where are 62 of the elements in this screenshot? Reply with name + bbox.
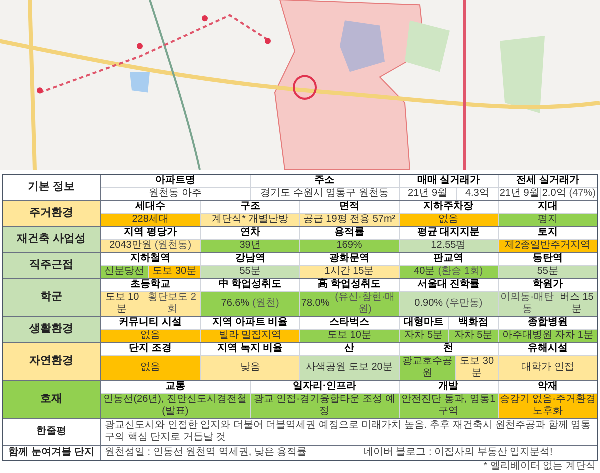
value-text: 자차 5분 (454, 330, 493, 342)
value-text: 안전진단 통과, 영통1구역 (400, 394, 497, 418)
value-text: 40분 (414, 266, 436, 278)
value-text: 빌라 밀집지역 (218, 330, 282, 342)
value-text: 없음 (140, 362, 161, 374)
value-note: (원천) (252, 298, 280, 310)
section-label: 자연환경 (3, 343, 101, 380)
value-text: 자차 5분 (404, 330, 444, 342)
value-text: 없음 (140, 330, 161, 342)
value-text: 없음 (438, 214, 459, 226)
value-text: 경기도 수원시 영통구 원천동 (260, 188, 389, 200)
value-text: 0.90% (414, 298, 444, 310)
section-label: 직주근접 (3, 253, 101, 278)
value-text: 2043만원 (110, 240, 152, 252)
value-text: 21년 9월 (408, 188, 448, 200)
value-text: 55분 (537, 266, 558, 278)
section-label: 재건축 사업성 (3, 227, 101, 252)
value-text: 대학가 인접 (522, 362, 574, 374)
value-text: 39년 (240, 240, 261, 252)
value-text: 공급 19평 전용 57m² (303, 214, 396, 226)
value-text: 도보 30분 (459, 356, 496, 380)
value-text: 승강기 없음·주거환경 노후화 (500, 394, 596, 418)
value-note: (우만동) (446, 298, 483, 310)
value-text: 228세대 (132, 214, 169, 226)
value-text: 평지 (538, 214, 558, 226)
value-text: 도보 10분 (104, 292, 140, 316)
value-text: 1시간 15분 (324, 266, 374, 278)
value-text: 12.55평 (431, 240, 466, 252)
note-text: 원천성일 : 인동선 원천역 역세권, 낮은 용적률 (105, 447, 308, 459)
value-text: 사색공원 도보 20분 (306, 362, 393, 374)
value-text: 아주대병원 자차 1분 (502, 330, 594, 342)
value-text: 제2종일반주거지역 (505, 240, 591, 252)
value-text: 낮음 (240, 362, 260, 374)
value-note: (유신·창현·매원) (334, 292, 396, 316)
section-label: 학군 (3, 279, 101, 316)
value-text: 78.0% (301, 298, 330, 310)
value-text: 도보 10분 (328, 330, 372, 342)
value-text: 인동선(26년), 진안신도시경전철(발표) (102, 394, 248, 418)
value-text: 169% (336, 240, 362, 252)
note-text: 네이버 블로그 : 이집사의 부동산 입지분석! (362, 447, 554, 459)
value-note: (환승 1회) (438, 266, 484, 278)
footnote: * 엘리베이터 없는 계단식 (484, 461, 596, 473)
value-text: 원천동 아주 (149, 188, 202, 200)
section-label: 호재 (3, 381, 101, 418)
value-note: 횡단보도 2회 (147, 292, 198, 316)
value-text: 55분 (240, 266, 261, 278)
value-text: 버스 15분 (558, 292, 595, 316)
value-note: (47%) (569, 188, 596, 200)
value-note: (원천동) (154, 240, 192, 252)
value-text: 광교 인접·경기융합타운 조성 예정 (252, 394, 397, 418)
value-text: 76.6% (221, 298, 250, 310)
value-prefix: 이의동·매탄동 (500, 292, 555, 316)
section-label: 주거환경 (3, 201, 101, 226)
section-label: 생활환경 (3, 317, 101, 342)
value-text: 계단식* 개별난방 (212, 214, 289, 226)
note-text: 광교신도시와 인접한 입지와 더불어 더블역세권 예정으로 미래가치 높음. 추후 재건축시 원천주공과 함께 영통구의 핵심 단지로 거듭날 것 (105, 420, 592, 444)
value-text: 도보 30분 (152, 266, 197, 278)
value-text: 신분당선 (104, 266, 145, 278)
value-text: 21년 9월 (500, 188, 540, 200)
value-text: 광교호수공원 (402, 356, 454, 380)
value-text: 4.3억 (465, 188, 490, 200)
value-text: 2.0억 (542, 188, 566, 200)
